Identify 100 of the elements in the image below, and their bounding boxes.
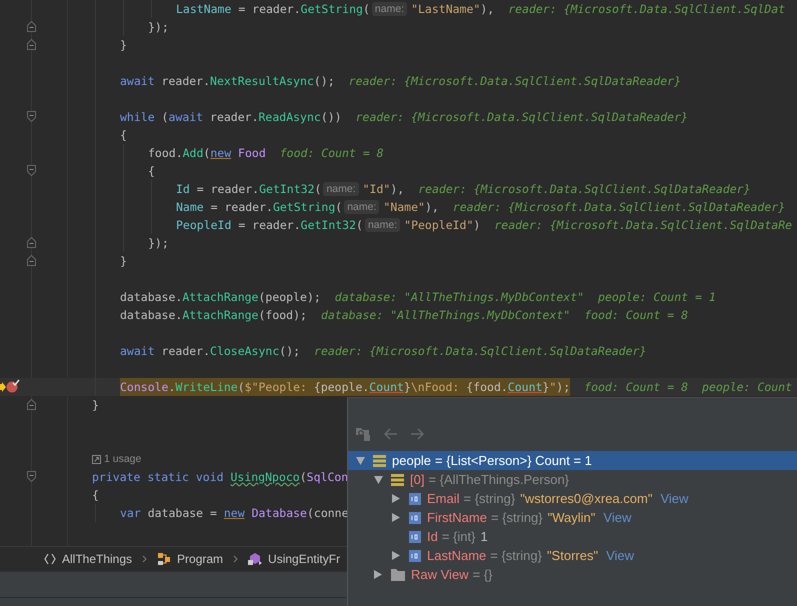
inline-value-hint: reader: {Microsoft.Data.SqlClient.SqlDataReader} [356,109,688,126]
inline-value-hint: reader: {Microsoft.Data.SqlClient.SqlDataReader} [418,181,751,198]
parameter-hint: name: [344,200,380,214]
fold-icon[interactable] [27,255,36,266]
inline-value-hint: food: Count = 8 [584,307,688,324]
parameter-hint: name: [372,2,408,16]
variable-name: Email [427,491,460,506]
code-text: LastName = reader.GetString( [176,1,370,18]
variable-type: = {AllTheThings.Person} [428,472,570,487]
tree-row[interactable]: Raw View = {} [348,565,797,584]
angle-brackets-icon [44,553,56,565]
variable-value: 1 [480,529,488,544]
code-text: database.AttachRange(people); [120,289,321,306]
code-text: "PeopleId") [404,217,480,234]
method-icon [248,552,262,566]
field-icon [409,512,421,524]
tree-row[interactable]: Id = {int} 1 [348,527,797,546]
code-text: }); [148,19,169,36]
triangle-right-icon[interactable] [392,494,400,503]
fold-icon[interactable] [27,21,36,32]
fold-icon[interactable] [27,471,36,482]
code-text: Name = reader.GetString( [176,199,342,216]
variable-name: LastName [427,548,486,563]
inline-value-hint: database: "AllTheThings.MyDbContext" [334,289,584,306]
code-text: } [120,37,127,54]
field-icon [409,492,421,504]
field-icon [409,550,421,562]
parameter-hint: name: [323,182,359,196]
code-text: while (await reader.ReadAsync()) [120,109,342,126]
variable-type: = {string} [464,491,516,506]
view-link[interactable]: View [603,510,632,525]
code-text: await reader.NextResultAsync(); [120,73,335,90]
folder-icon [391,568,405,580]
code-text: database.AttachRange(food); [120,307,307,324]
view-link[interactable]: View [606,548,634,563]
inline-value-hint: reader: {Microsoft.Data.SqlClient.SqlDataReader} [348,73,681,90]
inline-value-hint: food: Count = 8 [280,145,384,162]
code-text: "LastName"), [411,1,494,18]
code-text: }); [148,235,169,252]
code-text: { [148,163,155,180]
fold-icon[interactable] [27,237,36,248]
variable-value: "Storres" [546,548,598,563]
code-text: food.Add(new Food [148,145,266,162]
breadcrumb-item[interactable]: Program [177,552,224,566]
usage-count[interactable]: 1 usage [104,450,142,468]
tree-row[interactable]: Email = {string} "wstorres0@xrea.com" View [348,489,797,508]
variable-name: Id [427,529,438,544]
stack-icon [373,454,386,466]
variable-type: = {} [472,567,492,582]
code-text: Console.WriteLine($"People: {people.Count}\nFood: {food.Count}"); [120,379,570,396]
inline-value-hint: database: "AllTheThings.MyDbContext" [320,307,570,324]
chevron-icon [233,555,238,563]
inline-value-hint: food: Count = 8 [584,379,688,396]
tree-row[interactable]: people = {List<Person>} Count = 1 [348,451,797,470]
code-text: { [92,487,99,504]
tree-row[interactable]: [0] = {AllTheThings.Person} [348,470,797,489]
triangle-right-icon[interactable] [392,551,400,560]
fold-icon[interactable] [27,399,36,410]
code-text: await reader.CloseAsync(); [120,343,300,360]
code-text: PeopleId = reader.GetInt32( [176,217,363,234]
view-link[interactable]: View [660,491,688,506]
variable-name: people [392,453,432,468]
variable-type: = {List<Person>} Count = 1 [435,453,592,468]
variable-value: "wstorres0@xrea.com" [520,491,652,506]
code-text: private static void UsingNpoco(SqlCon [92,469,348,486]
code-text: "Name"), [383,199,439,216]
variable-value: "Waylin" [548,510,596,525]
inline-value-hint: reader: {Microsoft.Data.SqlClient.SqlDataRe [494,217,792,234]
code-text: "Id"), [362,181,404,198]
inline-value-hint: reader: {Microsoft.Data.SqlClient.SqlDataReader} [452,199,786,216]
parameter-hint: name: [364,218,400,232]
code-text: } [92,397,99,414]
tree-row[interactable]: FirstName = {string} "Waylin" View [348,508,797,527]
triangle-down-icon[interactable] [356,456,365,464]
field-icon [409,530,421,542]
breadcrumb-item[interactable]: AllTheThings [62,552,132,566]
tree-row[interactable]: LastName = {string} "Storres" View [348,546,797,565]
variable-type: = {string} [490,548,542,563]
fold-icon[interactable] [27,111,36,122]
code-text: Id = reader.GetInt32( [176,181,322,198]
usage-icon [92,454,101,464]
code-text: } [120,253,127,270]
variable-name: Raw View [411,567,469,582]
variable-type: = {string} [490,510,543,525]
triangle-right-icon[interactable] [392,513,400,522]
breadcrumb-item[interactable]: UsingEntityFr [268,552,340,566]
triangle-right-icon[interactable] [374,570,382,579]
folder-icon[interactable] [356,427,372,441]
fold-icon[interactable] [27,39,36,50]
fold-icon[interactable] [27,165,36,176]
class-icon [157,552,172,566]
inline-value-hint: people: Count [702,379,792,396]
code-text: { [120,127,127,144]
variable-name: FirstName [427,510,487,525]
stack-icon [391,474,404,486]
breakpoint-icon[interactable] [6,379,20,393]
inline-value-hint: reader: {Microsoft.Data.SqlClient.SqlDat [508,1,786,18]
triangle-down-icon[interactable] [374,476,383,484]
variable-name: [0] [410,472,424,487]
chevron-icon [142,555,148,563]
